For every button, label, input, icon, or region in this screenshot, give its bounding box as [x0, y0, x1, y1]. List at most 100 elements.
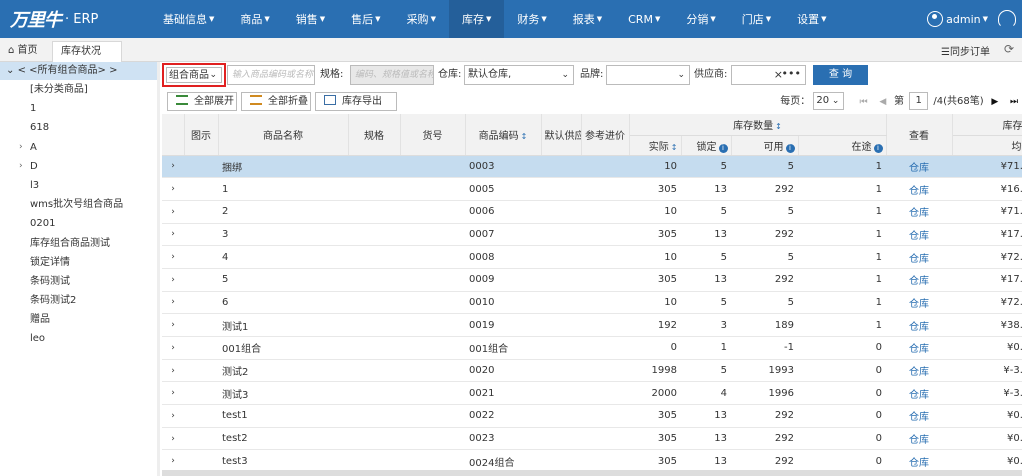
expand-row-icon[interactable]: › [162, 404, 184, 428]
warehouse-link[interactable]: 仓库 [886, 268, 953, 292]
tree-item[interactable]: 0201 [0, 214, 157, 233]
expand-row-icon[interactable]: › [162, 268, 184, 292]
table-row[interactable]: ›001组合001组合01-10仓库¥0.000 [162, 336, 1022, 360]
tree-item[interactable]: › D [0, 157, 157, 176]
warehouse-link[interactable]: 仓库 [886, 404, 953, 428]
product-search-input[interactable]: 输入商品编码或名称 [227, 65, 315, 85]
info-icon[interactable]: i [785, 143, 795, 153]
header-in-transit[interactable]: 在途 i [798, 135, 887, 156]
expand-row-icon[interactable]: › [162, 359, 184, 383]
tab-stock-status[interactable]: 库存状况× [52, 41, 122, 77]
nav-item[interactable]: 报表 ▼ [560, 0, 615, 38]
table-row[interactable]: › test1 0022 305132920仓库¥0.104 [162, 404, 1022, 428]
spec-input[interactable]: 编码、规格值或名称 [350, 65, 434, 85]
supplier-input[interactable]: × ••• [731, 65, 806, 85]
header-avg-price[interactable]: 均价i [952, 135, 1022, 156]
tree-item[interactable]: 1 [0, 99, 157, 118]
sort-icon[interactable]: ↕ [775, 122, 782, 131]
expand-row-icon[interactable]: › [162, 381, 184, 406]
nav-item[interactable]: 商品 ▼ [227, 0, 282, 38]
warehouse-link[interactable]: 仓库 [886, 359, 953, 383]
table-row[interactable]: ›4000810551仓库¥72.551 [162, 245, 1022, 269]
warehouse-link[interactable]: 仓库 [886, 381, 953, 406]
table-row[interactable]: › 5 0009 305132921仓库¥17.551 [162, 268, 1022, 292]
table-row[interactable]: ›捆绑000310551仓库¥71.719 [162, 155, 1022, 179]
tree-item[interactable]: [未分类商品] [0, 80, 157, 99]
header-available[interactable]: 可用 i [731, 135, 799, 156]
nav-item[interactable]: 采购 ▼ [394, 0, 449, 38]
next-page-icon[interactable]: ▶ [989, 92, 1001, 112]
tree-item[interactable]: wms批次号组合商品 [0, 195, 157, 214]
warehouse-link[interactable]: 仓库 [886, 336, 953, 360]
collapse-all-button[interactable]: 全部折叠 [241, 92, 311, 111]
warehouse-link[interactable]: 仓库 [886, 155, 953, 179]
tree-item[interactable]: 618 [0, 118, 157, 137]
horizontal-scrollbar[interactable] [162, 470, 1022, 476]
nav-item[interactable]: 分销 ▼ [673, 0, 728, 38]
last-page-icon[interactable]: ⏭ [1008, 92, 1020, 112]
table-row[interactable]: ›6001010551仓库¥72.551 [162, 291, 1022, 315]
warehouse-select[interactable]: 默认仓库, ⌄ [464, 65, 574, 85]
nav-item[interactable]: 门店 ▼ [729, 0, 784, 38]
query-button[interactable]: 查 询 [813, 65, 868, 85]
nav-item[interactable]: 财务 ▼ [504, 0, 559, 38]
header-ref-price[interactable]: 参考进价 [581, 114, 630, 156]
headset-icon[interactable] [998, 10, 1016, 28]
logo[interactable]: 万里牛 · ERP [10, 6, 98, 32]
header-item-no[interactable]: 货号 [400, 114, 466, 156]
prev-page-icon[interactable]: ◀ [877, 92, 889, 112]
sort-icon[interactable]: ↕ [671, 143, 678, 152]
nav-item[interactable]: 销售 ▼ [283, 0, 338, 38]
splitter[interactable] [157, 62, 160, 476]
table-row[interactable]: › 测试1 0019 19231891仓库¥38.208 [162, 313, 1022, 337]
warehouse-link[interactable]: 仓库 [886, 291, 953, 315]
header-stock-qty[interactable]: 库存数量 ↕ [629, 114, 887, 136]
tab-home[interactable]: ⌂ 首页 [0, 41, 52, 62]
warehouse-link[interactable]: 仓库 [886, 200, 953, 224]
expand-row-icon[interactable]: › [162, 155, 184, 179]
expand-row-icon[interactable]: › [162, 200, 184, 224]
expand-row-icon[interactable]: › [162, 427, 184, 451]
tree-item[interactable]: 赠品 [0, 310, 157, 329]
header-spec[interactable]: 规格 [348, 114, 401, 156]
expand-all-button[interactable]: 全部展开 [167, 92, 237, 111]
table-row[interactable]: › 测试2 0020 1998519930仓库¥-3.677 [162, 359, 1022, 383]
tree-item[interactable]: 条码测试2 [0, 291, 157, 310]
warehouse-link[interactable]: 仓库 [886, 177, 953, 201]
header-code[interactable]: 商品编码 ↕ [465, 114, 542, 156]
sort-icon[interactable]: ↕ [521, 132, 528, 141]
nav-item[interactable]: 库存 ▼ [448, 0, 505, 38]
product-type-select[interactable]: 组合商品 ⌄ [162, 63, 226, 87]
expand-row-icon[interactable]: › [162, 336, 184, 360]
tree-item[interactable]: 库存组合商品测试 [0, 234, 157, 253]
first-page-icon[interactable]: ⏮ [858, 92, 870, 112]
table-row[interactable]: ›2000610551仓库¥71.719 [162, 200, 1022, 224]
info-icon[interactable]: i [873, 143, 883, 153]
tree-item[interactable]: › A [0, 138, 157, 157]
nav-item[interactable]: CRM ▼ [615, 0, 673, 38]
expand-row-icon[interactable]: › [162, 291, 184, 315]
tree-root[interactable]: ⌄ < <所有组合商品> > [0, 62, 157, 80]
table-row[interactable]: › test2 0023 305132920仓库¥0.106 [162, 427, 1022, 451]
refresh-icon[interactable]: ⟳ [1004, 42, 1014, 56]
sync-orders-button[interactable]: ☰同步订单 [941, 43, 990, 58]
nav-item[interactable]: 售后 ▼ [338, 0, 393, 38]
table-row[interactable]: › 3 0007 305132921仓库¥17.551 [162, 223, 1022, 247]
info-icon[interactable]: i [718, 143, 728, 153]
per-page-select[interactable]: 20 ⌄ [813, 92, 845, 110]
warehouse-link[interactable]: 仓库 [886, 427, 953, 451]
nav-item[interactable]: 基础信息 ▼ [150, 0, 227, 38]
export-stock-button[interactable]: 库存导出 [315, 92, 397, 111]
tree-item[interactable]: 条码测试 [0, 272, 157, 291]
chevron-right-icon[interactable]: › [19, 157, 23, 176]
expand-row-icon[interactable]: › [162, 223, 184, 247]
header-default-supplier[interactable]: 默认供应商 [541, 114, 582, 156]
warehouse-link[interactable]: 仓库 [886, 223, 953, 247]
header-name[interactable]: 商品名称 [218, 114, 349, 156]
page-input[interactable]: 1 [909, 92, 929, 110]
brand-select[interactable]: ⌄ [606, 65, 690, 85]
user-menu[interactable]: admin ▼ [927, 0, 988, 38]
header-locked[interactable]: 锁定 i [681, 135, 732, 156]
tree-item[interactable]: l3 [0, 176, 157, 195]
tree-item[interactable]: leo [0, 329, 157, 348]
